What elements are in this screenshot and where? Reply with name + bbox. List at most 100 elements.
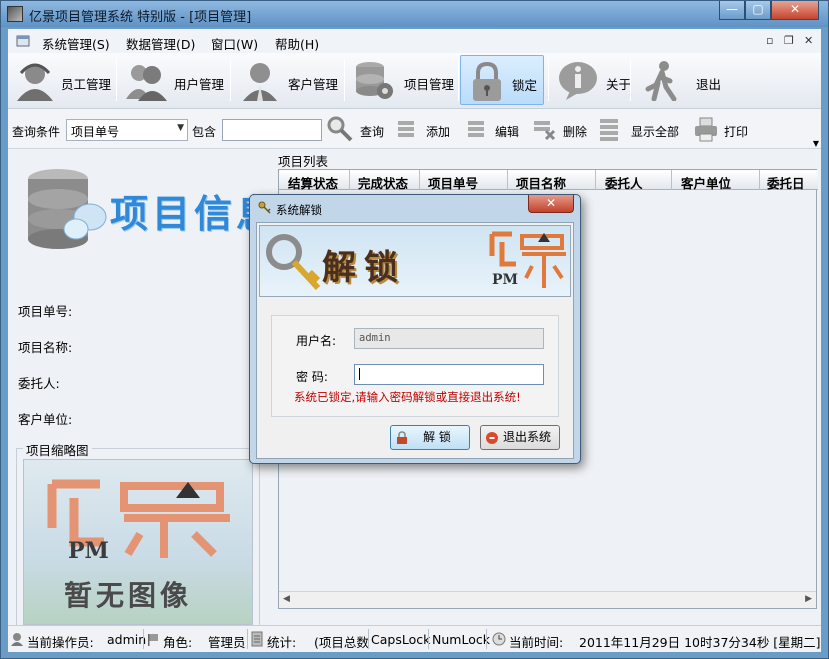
project-info-banner: 项目信息 [18, 165, 274, 257]
menu-data[interactable]: 数据管理(D) [126, 34, 195, 53]
padlock-icon [397, 431, 407, 444]
lock-icon [473, 61, 501, 101]
role-value: 管理员 [208, 635, 246, 650]
delete-icon [534, 121, 556, 141]
numlock-indicator: NumLock [432, 632, 490, 647]
menu-window[interactable]: 窗口(W) [211, 34, 258, 53]
stats-label: 统计: [267, 635, 297, 650]
lock-message: 系统已锁定,请输入密码解锁或直接退出系统! [294, 390, 521, 404]
exit-system-button[interactable]: 退出系统 [480, 425, 560, 450]
search-input[interactable] [222, 119, 322, 141]
clock-icon [492, 632, 506, 646]
dialog-title-bar: 系统解锁 ✕ [250, 195, 580, 221]
employee-management-button[interactable]: 员工管理 [9, 55, 113, 105]
main-window: 亿景项目管理系统 特别版 - [项目管理] — ▢ ✕ 系统管理(S) 数据管理… [0, 0, 829, 659]
exit-button[interactable]: 退出 [636, 55, 724, 105]
project-management-button[interactable]: 项目管理 [348, 55, 456, 105]
menu-system[interactable]: 系统管理(S) [42, 34, 110, 53]
username-field[interactable]: admin [354, 328, 544, 349]
database-icon [28, 169, 107, 249]
show-all-icon [600, 119, 618, 141]
maximize-button[interactable]: ▢ [745, 1, 771, 20]
search-icon [327, 116, 353, 142]
condition-label: 查询条件 [12, 125, 61, 139]
scroll-right-icon[interactable]: ▶ [805, 594, 812, 604]
unlock-dialog: 系统解锁 ✕ 解锁 PM 用户名: admin 密 码: 系统已锁定,请输入密码… [249, 194, 581, 464]
menu-bar: 系统管理(S) 数据管理(D) 窗口(W) 帮助(H) ▫ ❐ ✕ [8, 29, 821, 53]
field-client: 委托人: [18, 376, 60, 391]
menu-help[interactable]: 帮助(H) [275, 34, 319, 53]
minimize-button[interactable]: — [719, 1, 745, 20]
app-icon [7, 6, 23, 22]
edit-button[interactable]: 编辑 [495, 123, 519, 140]
credentials-box: 用户名: admin 密 码: 系统已锁定,请输入密码解锁或直接退出系统! [271, 315, 559, 417]
unlock-button[interactable]: 解 锁 [390, 425, 470, 450]
project-info-panel: 项目信息 项目单号: 项目名称: 委托人: 客户单位: 项目缩略图 PM 暂无图… [12, 151, 274, 632]
mdi-close-button[interactable]: ✕ [804, 34, 813, 47]
edit-icon [468, 121, 484, 137]
no-image-text: 暂无图像 [64, 579, 193, 612]
dialog-body: 解锁 PM 用户名: admin 密 码: 系统已锁定,请输入密码解锁或直接退出… [256, 222, 574, 459]
status-bar: 当前操作员: admin 角色: 管理员 统计: (项目总数 CapsLock … [8, 625, 821, 652]
exit-circle-icon [486, 432, 498, 444]
print-button[interactable]: 打印 [724, 123, 748, 140]
horizontal-scrollbar[interactable]: ◀ ▶ [279, 591, 816, 608]
search-bar: 查询条件 项目单号 ▼ 包含 查询 添加 编辑 删除 显示全部 打印 ▼ [8, 109, 821, 149]
close-button[interactable]: ✕ [771, 1, 819, 20]
condition-select[interactable]: 项目单号 ▼ [66, 119, 188, 141]
thumbnail-group-title: 项目缩略图 [23, 440, 92, 459]
toolbar-overflow-icon[interactable]: ▼ [813, 139, 819, 148]
about-button[interactable]: 关于 [552, 55, 631, 105]
golden-key-icon [266, 234, 321, 291]
col-customer-unit[interactable]: 客户单位 [681, 173, 731, 192]
query-button[interactable]: 查询 [360, 123, 384, 140]
project-thumbnail: PM 暂无图像 [23, 459, 253, 625]
col-commission-date[interactable]: 委托日 [767, 173, 805, 192]
dialog-title: 系统解锁 [276, 203, 322, 217]
contains-label: 包含 [192, 125, 217, 139]
user-management-button[interactable]: 用户管理 [120, 55, 226, 105]
thumbnail-group: 项目缩略图 PM 暂无图像 [16, 440, 260, 632]
chevron-down-icon: ▼ [177, 123, 184, 133]
time-value: 2011年11月29日 10时37分34秒 [星期二] [579, 635, 821, 650]
role-icon [148, 634, 158, 646]
show-all-button[interactable]: 显示全部 [631, 123, 679, 140]
mdi-restore-button[interactable]: ❐ [784, 34, 794, 47]
password-field[interactable] [354, 364, 544, 385]
username-label: 用户名: [296, 334, 337, 348]
users-icon [126, 65, 167, 101]
stats-value: (项目总数 [314, 635, 369, 650]
mdi-minimize-button[interactable]: ▫ [766, 34, 773, 47]
col-finish-status[interactable]: 完成状态 [358, 173, 408, 192]
scroll-left-icon[interactable]: ◀ [283, 594, 290, 604]
info-icon [559, 62, 597, 100]
dialog-close-button[interactable]: ✕ [528, 195, 574, 213]
project-list-title: 项目列表 [278, 154, 329, 169]
field-project-name: 项目名称: [18, 340, 73, 355]
field-project-no: 项目单号: [18, 304, 73, 319]
col-settle-status[interactable]: 结算状态 [288, 173, 338, 192]
capslock-indicator: CapsLock [371, 632, 431, 647]
lock-button[interactable]: 锁定 [460, 55, 544, 105]
printer-icon [695, 117, 717, 142]
exit-icon [645, 61, 677, 101]
customer-management-button[interactable]: 客户管理 [234, 55, 340, 105]
employee-icon [17, 63, 53, 101]
operator-label: 当前操作员: [27, 635, 94, 650]
grid-header: 结算状态 完成状态 项目单号 项目名称 委托人 客户单位 委托日 [279, 170, 818, 192]
delete-button[interactable]: 删除 [563, 123, 587, 140]
operator-icon [11, 633, 23, 646]
title-bar: 亿景项目管理系统 特别版 - [项目管理] — ▢ ✕ [1, 1, 828, 27]
mdi-child-icon [16, 35, 30, 47]
field-customer-unit: 客户单位: [18, 412, 73, 427]
thumb-pm-text: PM [68, 538, 109, 564]
database-gear-icon [356, 62, 393, 99]
unlock-banner-text: 解锁 [322, 248, 406, 288]
add-button[interactable]: 添加 [426, 123, 450, 140]
col-project-no[interactable]: 项目单号 [428, 173, 478, 192]
col-client[interactable]: 委托人 [605, 173, 643, 192]
col-project-name[interactable]: 项目名称 [516, 173, 566, 192]
key-icon [258, 201, 271, 214]
main-toolbar: 员工管理 用户管理 客户管理 项目管理 锁定 关于 退出 [8, 53, 821, 109]
stats-icon [251, 631, 263, 647]
